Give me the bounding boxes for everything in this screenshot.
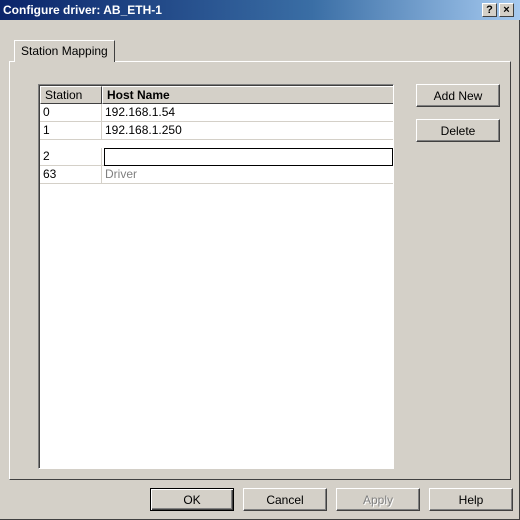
station-cell: 1 (40, 122, 102, 139)
station-cell: 0 (40, 104, 102, 121)
delete-button[interactable]: Delete (416, 119, 500, 142)
host-name-cell: Driver (105, 167, 137, 181)
station-cell: 63 (40, 166, 102, 183)
table-row[interactable]: 1 192.168.1.250 (40, 122, 393, 140)
column-header-host-name[interactable]: Host Name (102, 86, 393, 104)
close-icon[interactable]: × (499, 3, 514, 17)
help-button[interactable]: Help (429, 488, 513, 511)
table-row[interactable]: 63 Driver (40, 166, 393, 184)
host-name-cell: 192.168.1.54 (105, 105, 176, 119)
ok-button[interactable]: OK (150, 488, 234, 511)
tab-station-mapping[interactable]: Station Mapping (14, 40, 115, 62)
host-name-cell: 192.168.1.250 (105, 123, 182, 137)
configure-driver-dialog: Configure driver: AB_ETH-1 ? × Station M… (0, 0, 520, 520)
dialog-title: Configure driver: AB_ETH-1 (3, 3, 162, 17)
table-row[interactable]: 2 (40, 148, 393, 166)
station-mapping-table[interactable]: Station Host Name 0 192.168.1.54 1 192.1… (38, 84, 394, 469)
station-cell: 2 (40, 148, 102, 165)
title-bar[interactable]: Configure driver: AB_ETH-1 ? × (0, 0, 520, 20)
column-header-station[interactable]: Station (40, 86, 102, 104)
add-new-button[interactable]: Add New (416, 84, 500, 107)
cancel-button[interactable]: Cancel (243, 488, 327, 511)
host-name-edit-field[interactable] (104, 148, 393, 166)
help-icon[interactable]: ? (482, 3, 497, 17)
apply-button[interactable]: Apply (336, 488, 420, 511)
table-row[interactable]: 0 192.168.1.54 (40, 104, 393, 122)
